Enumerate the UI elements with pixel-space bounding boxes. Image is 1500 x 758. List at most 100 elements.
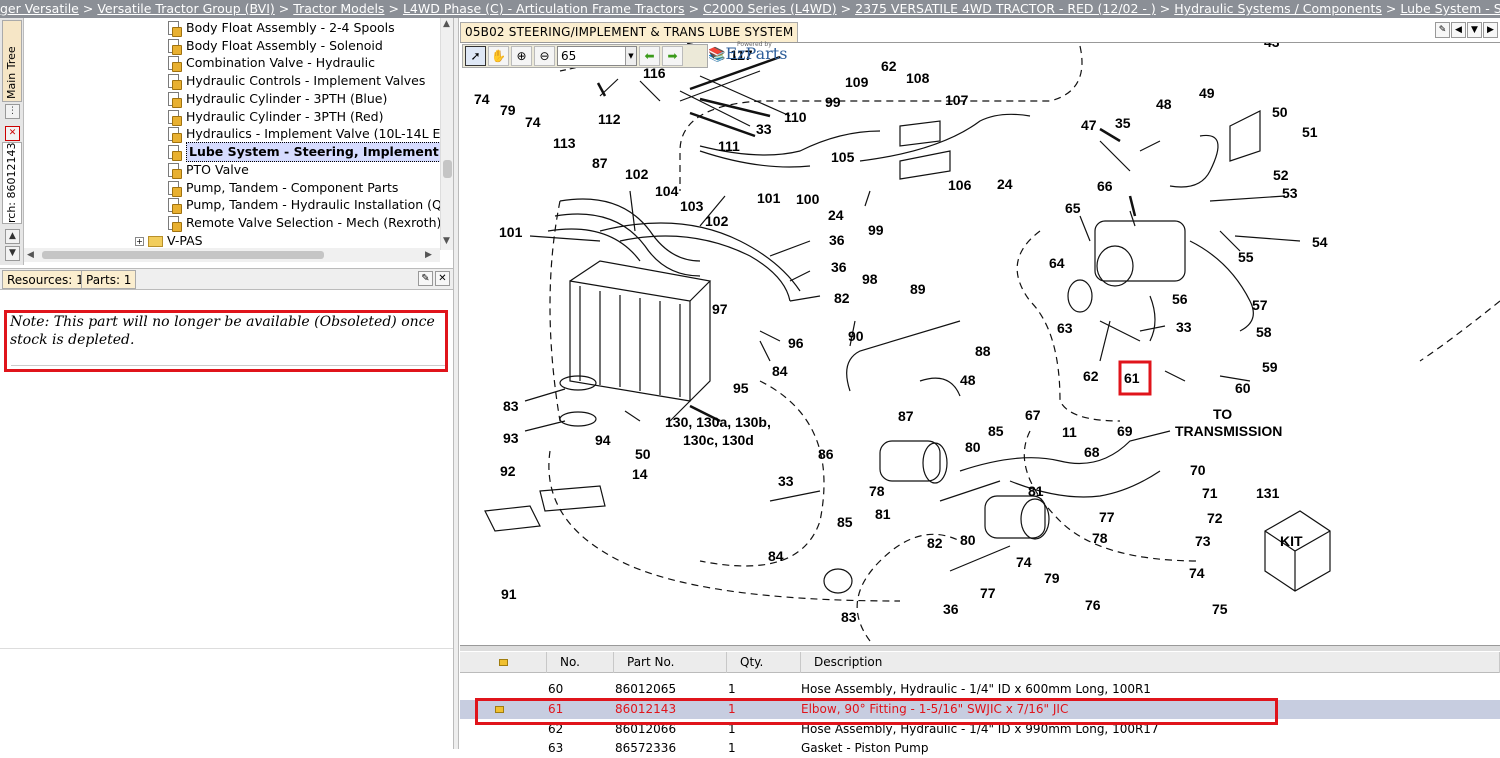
callout-48[interactable]: 48 — [1156, 96, 1172, 112]
pan-hand-icon[interactable]: ✋ — [488, 46, 509, 66]
callout-48[interactable]: 48 — [960, 372, 976, 388]
tree-item[interactable]: Combination Valve - Hydraulic — [167, 54, 375, 72]
tree-item[interactable]: Pump, Tandem - Component Parts — [167, 179, 398, 197]
callout-62[interactable]: 62 — [881, 58, 897, 74]
scroll-right-icon[interactable]: ▶ — [425, 250, 432, 260]
callout-71[interactable]: 71 — [1202, 485, 1218, 501]
callout-59[interactable]: 59 — [1262, 359, 1278, 375]
col-qty[interactable]: Qty. — [727, 652, 801, 673]
callout-84[interactable]: 84 — [772, 363, 788, 379]
callout-64[interactable]: 64 — [1049, 255, 1065, 271]
pin-icon[interactable]: ✎ — [418, 271, 433, 286]
menu-down-icon[interactable]: ▼ — [1467, 22, 1482, 38]
col-description[interactable]: Description — [801, 652, 1500, 673]
callout-54[interactable]: 54 — [1312, 234, 1328, 250]
chevron-down-icon[interactable]: ▼ — [625, 47, 636, 65]
callout-35[interactable]: 35 — [1115, 115, 1131, 131]
callout-104[interactable]: 104 — [655, 183, 679, 199]
callout-56[interactable]: 56 — [1172, 291, 1188, 307]
callout-53[interactable]: 53 — [1282, 185, 1298, 201]
callout-72[interactable]: 72 — [1207, 510, 1223, 526]
callout-130[interactable]: 130, 130a, 130b, — [665, 414, 771, 430]
callout-101[interactable]: 101 — [757, 190, 781, 206]
callout-55[interactable]: 55 — [1238, 249, 1254, 265]
callout-97[interactable]: 97 — [712, 301, 728, 317]
col-icon[interactable] — [460, 652, 547, 673]
callout-74[interactable]: 74 — [474, 91, 490, 107]
callout-24[interactable]: 24 — [828, 207, 844, 223]
callout-66[interactable]: 66 — [1097, 178, 1113, 194]
zoom-in-icon[interactable]: ⊕ — [511, 46, 532, 66]
callout-36[interactable]: 36 — [943, 601, 959, 617]
callout-111[interactable]: 111 — [718, 138, 740, 154]
callout-101[interactable]: 101 — [499, 224, 523, 240]
tab-main-tree[interactable]: Main Tree — [2, 20, 22, 102]
scroll-up-icon[interactable]: ▲ — [443, 19, 450, 29]
callout-99[interactable]: 99 — [868, 222, 884, 238]
callout-110[interactable]: 110 — [784, 109, 807, 125]
callout-67[interactable]: 67 — [1025, 407, 1041, 423]
callout-84[interactable]: 84 — [768, 548, 784, 564]
callout-11[interactable]: 11 — [1062, 424, 1077, 440]
callout-49[interactable]: 49 — [1199, 85, 1215, 101]
callout-70[interactable]: 70 — [1190, 462, 1206, 478]
callout-74[interactable]: 74 — [525, 114, 541, 130]
tree-vertical-scrollbar[interactable]: ▲ ▼ — [440, 18, 453, 250]
callout-36[interactable]: 36 — [829, 232, 845, 248]
callout-108[interactable]: 108 — [906, 70, 930, 86]
tree-item[interactable]: PTO Valve — [167, 161, 249, 179]
close-icon[interactable]: ✕ — [435, 271, 450, 286]
callout-80[interactable]: 80 — [965, 439, 981, 455]
scroll-up-icon[interactable]: ▲ — [5, 229, 20, 244]
callout-107[interactable]: 107 — [945, 92, 969, 108]
callout-83[interactable]: 83 — [503, 398, 519, 414]
callout-103[interactable]: 103 — [680, 198, 704, 214]
breadcrumb-link[interactable]: Hydraulic Systems / Components — [1174, 1, 1382, 16]
callout-74[interactable]: 74 — [1016, 554, 1032, 570]
breadcrumb-link[interactable]: C2000 Series (L4WD) — [703, 1, 837, 16]
callout-82[interactable]: 82 — [834, 290, 850, 306]
callout-131[interactable]: 131 — [1256, 485, 1280, 501]
callout-102[interactable]: 102 — [705, 213, 729, 229]
callout-24[interactable]: 24 — [997, 176, 1013, 192]
previous-icon[interactable]: ◀ — [1451, 22, 1466, 38]
callout-79[interactable]: 79 — [1044, 570, 1060, 586]
col-no[interactable]: No. — [547, 652, 614, 673]
tree-icon[interactable]: ⋮ — [5, 104, 20, 119]
expand-icon[interactable]: + — [135, 236, 144, 246]
tree-item[interactable]: Remote Valve Selection - Mech (Rexroth) — [167, 214, 441, 232]
tab-diagram-title[interactable]: 05B02 STEERING/IMPLEMENT & TRANS LUBE SY… — [460, 22, 799, 42]
callout-98[interactable]: 98 — [862, 271, 878, 287]
pointer-icon[interactable]: ➚ — [465, 46, 486, 66]
callout-65[interactable]: 65 — [1065, 200, 1081, 216]
callout-78[interactable]: 78 — [869, 483, 885, 499]
callout-75[interactable]: 75 — [1212, 601, 1228, 617]
breadcrumb-link[interactable]: Tractor Models — [293, 1, 384, 16]
callout-50[interactable]: 50 — [1272, 104, 1288, 120]
exploded-diagram[interactable]: 116 117 43 74 79 74 113 112 33 110 111 1… — [460, 42, 1500, 645]
scroll-thumb[interactable] — [443, 160, 452, 178]
callout-106[interactable]: 106 — [948, 177, 972, 193]
col-part-no[interactable]: Part No. — [614, 652, 727, 673]
callout-51[interactable]: 51 — [1302, 124, 1318, 140]
callout-43[interactable]: 43 — [1264, 43, 1280, 50]
callout-130c[interactable]: 130c, 130d — [683, 432, 754, 448]
tab-search[interactable]: rch: 86012143 — [2, 142, 22, 224]
tree-item[interactable]: Body Float Assembly - Solenoid — [167, 37, 383, 55]
callout-36[interactable]: 36 — [831, 259, 847, 275]
callout-77[interactable]: 77 — [1099, 509, 1115, 525]
callout-33[interactable]: 33 — [756, 121, 772, 137]
callout-50[interactable]: 50 — [635, 446, 651, 462]
callout-105[interactable]: 105 — [831, 149, 855, 165]
callout-52[interactable]: 52 — [1273, 167, 1289, 183]
callout-90[interactable]: 90 — [848, 328, 864, 344]
callout-57[interactable]: 57 — [1252, 297, 1268, 313]
tree-horizontal-scrollbar[interactable]: ◀ ▶ — [24, 248, 440, 262]
breadcrumb-link[interactable]: L4WD Phase (C) - Articulation Frame Trac… — [403, 1, 685, 16]
callout-86[interactable]: 86 — [818, 446, 834, 462]
callout-77[interactable]: 77 — [980, 585, 996, 601]
callout-91[interactable]: 91 — [501, 586, 517, 602]
panel-splitter[interactable] — [453, 18, 459, 749]
callout-78[interactable]: 78 — [1092, 530, 1108, 546]
callout-85[interactable]: 85 — [988, 423, 1004, 439]
